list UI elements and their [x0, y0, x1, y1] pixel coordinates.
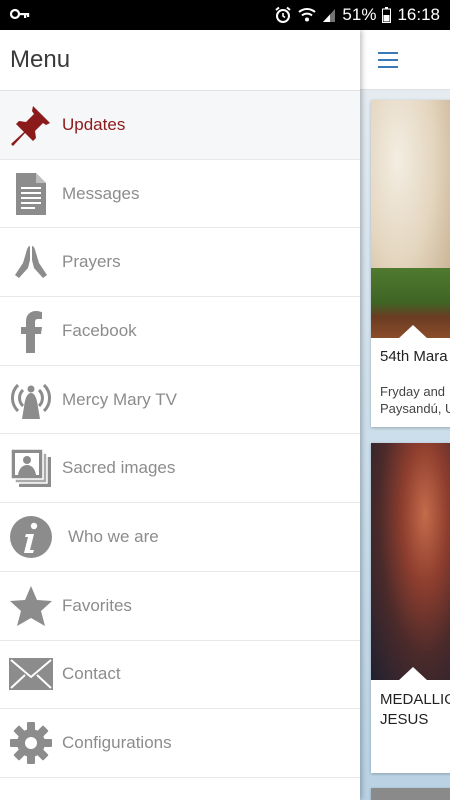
card-title: MEDALLIO JESUS	[380, 691, 450, 728]
app-toolbar	[360, 30, 450, 90]
menu-item-prayers[interactable]: Prayers	[0, 228, 360, 298]
menu-label: Who we are	[68, 526, 159, 546]
envelope-icon	[0, 641, 62, 709]
battery-icon	[382, 7, 392, 23]
menu-label: Facebook	[62, 320, 137, 340]
menu-item-messages[interactable]: Messages	[0, 160, 360, 229]
menu-item-who-we-are[interactable]: Who we are	[0, 503, 360, 572]
menu-item-contact[interactable]: Contact	[0, 641, 360, 710]
news-card[interactable]	[371, 788, 450, 800]
menu-item-updates[interactable]: Updates	[0, 91, 360, 160]
pushpin-icon	[0, 91, 62, 159]
card-title: 54th Mara	[380, 348, 448, 365]
photos-icon	[0, 434, 62, 502]
menu-label: Updates	[62, 114, 126, 134]
facebook-icon	[0, 297, 62, 365]
info-icon	[0, 503, 62, 571]
status-bar: 51% 16:18	[0, 0, 450, 30]
drawer-header: Menu	[0, 30, 360, 91]
navigation-drawer: Menu Updates Messages Prayers Facebook M…	[0, 30, 360, 800]
card-image	[371, 443, 450, 681]
praying-hands-icon	[0, 228, 62, 296]
menu-item-mercy-mary-tv[interactable]: Mercy Mary TV	[0, 366, 360, 435]
card-image	[371, 100, 450, 339]
news-card[interactable]: MEDALLIO JESUS	[371, 443, 450, 773]
document-icon	[0, 160, 62, 228]
menu-item-favorites[interactable]: Favorites	[0, 572, 360, 641]
main-content: 54th Mara Fryday and Paysandú, U MEDALLI…	[360, 30, 450, 800]
hamburger-menu-icon[interactable]	[378, 52, 398, 68]
menu-label: Prayers	[62, 252, 121, 272]
clock-time: 16:18	[397, 5, 440, 24]
key-icon	[9, 5, 30, 25]
menu-item-facebook[interactable]: Facebook	[0, 297, 360, 366]
menu-label: Messages	[62, 183, 140, 203]
battery-text: 51%	[342, 5, 377, 24]
menu-label: Configurations	[62, 733, 172, 753]
menu-label: Contact	[62, 664, 121, 684]
gear-icon	[0, 709, 62, 777]
menu-item-sacred-images[interactable]: Sacred images	[0, 434, 360, 504]
broadcast-icon	[0, 366, 62, 434]
alarm-icon	[274, 6, 292, 24]
menu-label: Sacred images	[62, 458, 176, 478]
star-icon	[0, 572, 62, 640]
news-card[interactable]: 54th Mara Fryday and Paysandú, U	[371, 100, 450, 427]
menu-label: Mercy Mary TV	[62, 389, 177, 409]
signal-icon	[322, 7, 336, 23]
wifi-icon	[298, 7, 317, 23]
menu-label: Favorites	[62, 595, 132, 615]
card-subtitle: Fryday and Paysandú, U	[380, 384, 450, 416]
menu-item-configurations[interactable]: Configurations	[0, 709, 360, 778]
drawer-title: Menu	[10, 46, 71, 73]
